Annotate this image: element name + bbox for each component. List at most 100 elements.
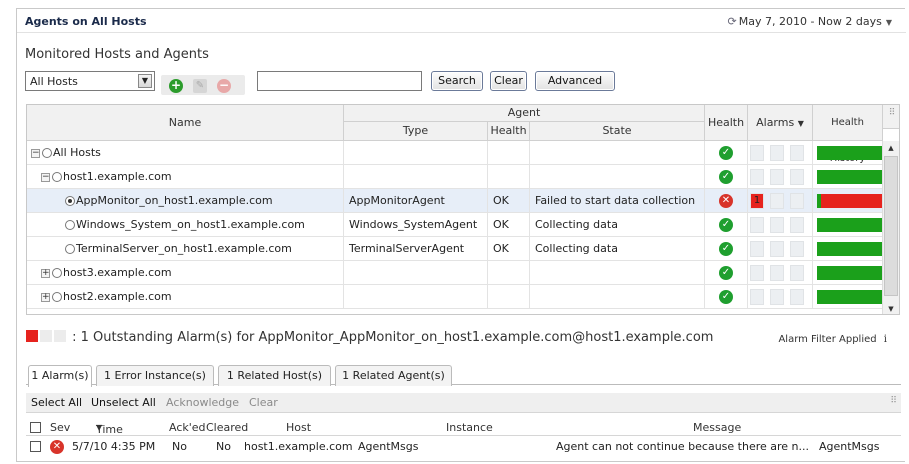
sort-down-icon: ▼ [96,423,103,432]
health-history-bar [817,170,883,184]
sort-down-icon: ▼ [797,119,804,128]
tab-alarms[interactable]: 1 Alarm(s) [28,365,92,387]
alarm-slot [750,145,764,161]
unselect-all-link[interactable]: Unselect All [91,396,156,409]
row-radio[interactable] [52,268,62,278]
alarms-cell [748,261,813,284]
alarm-slot [750,289,764,305]
name-cell[interactable]: AppMonitor_on_host1.example.com [27,189,344,212]
alarm-slot [750,217,764,233]
alarm-slot [750,241,764,257]
column-menu-icon[interactable]: ⠿ [883,105,899,129]
scroll-up-icon[interactable]: ▲ [883,141,899,155]
clear-link[interactable]: Clear [249,396,278,409]
col-health-history[interactable]: Health History [813,105,883,164]
alarms-cell [748,285,813,308]
info-icon[interactable]: i [884,334,887,345]
col-alarms[interactable]: Alarms ▼ [748,105,813,141]
scroll-thumb[interactable] [884,156,898,296]
search-button[interactable]: Search [431,71,483,91]
table-row[interactable]: AppMonitor_on_host1.example.com AppMonito… [27,189,883,213]
alarm-count[interactable]: 1 [750,193,764,209]
table-row[interactable]: + host2.example.com ✓ [27,285,883,309]
alarm-slot [790,265,804,281]
col-acked[interactable]: Ack'ed [169,421,206,434]
row-radio[interactable] [52,172,62,182]
col-cleared[interactable]: Cleared [206,421,248,434]
table-row[interactable]: − host1.example.com ✓ [27,165,883,189]
column-menu-icon[interactable]: ⠿ [890,396,897,406]
row-name: All Hosts [53,146,101,159]
col-host[interactable]: Host [286,421,311,434]
alarm-slot [790,193,804,209]
alarm-slot [790,241,804,257]
search-input[interactable] [257,71,422,91]
alarm-actions-bar: Select All Unselect All Acknowledge Clea… [26,393,901,413]
col-type[interactable]: Type [344,122,488,141]
add-icon[interactable]: + [169,79,183,93]
row-radio[interactable] [42,148,52,158]
table-row[interactable]: + host3.example.com ✓ [27,261,883,285]
col-instance[interactable]: Instance [446,421,493,434]
edit-icon[interactable]: ✎ [193,79,207,93]
type-cell: Windows_SystemAgent [344,213,488,236]
table-row[interactable]: TerminalServer_on_host1.example.com Termi… [27,237,883,261]
row-radio[interactable] [65,220,75,230]
row-radio[interactable] [65,196,75,206]
advanced-button[interactable]: Advanced [535,71,615,91]
table-row[interactable]: − All Hosts ✓ [27,141,883,165]
section-title: Monitored Hosts and Agents [25,47,209,62]
chevron-down-icon[interactable]: ▼ [138,74,152,88]
alarm-slot [770,241,784,257]
clear-button[interactable]: Clear [490,71,527,91]
health-cell: ✓ [705,285,748,308]
row-name: host3.example.com [63,266,172,279]
health-history-cell [813,213,883,236]
host-select-value: All Hosts [30,75,78,88]
alarm-extra: AgentMsgs [819,440,880,453]
tab-related-agents[interactable]: 1 Related Agent(s) [335,365,452,386]
table-row[interactable]: Windows_System_on_host1.example.com Windo… [27,213,883,237]
name-cell[interactable]: Windows_System_on_host1.example.com [27,213,344,236]
col-message[interactable]: Message [693,421,741,434]
timerange-selector[interactable]: ⟳ May 7, 2010 - Now 2 days ▼ [728,15,892,28]
agent-health-cell [488,165,530,188]
alarm-slot [790,169,804,185]
row-name: AppMonitor_on_host1.example.com [76,194,273,207]
select-all-checkbox[interactable] [30,422,41,433]
alarm-row[interactable]: ✕ 5/7/10 4:35 PM No No host1.example.com… [26,438,901,456]
col-sev[interactable]: Sev [50,421,70,434]
col-agent-health[interactable]: Health [488,122,530,141]
ok-check-icon: ✓ [719,290,733,304]
col-name[interactable]: Name [27,105,344,141]
scroll-down-icon[interactable]: ▼ [883,302,899,314]
collapse-icon[interactable]: − [41,172,50,182]
select-all-link[interactable]: Select All [31,396,82,409]
name-cell[interactable]: − host1.example.com [27,165,344,188]
vertical-scrollbar[interactable]: ▲ ▼ [882,141,899,314]
agents-panel: Agents on All Hosts ⟳ May 7, 2010 - Now 2… [16,8,906,462]
alarm-summary-text: : 1 Outstanding Alarm(s) for AppMonitor_… [72,330,714,345]
remove-icon[interactable]: − [217,79,231,93]
name-cell[interactable]: + host3.example.com [27,261,344,284]
collapse-icon[interactable]: − [31,148,40,158]
tab-error-instances[interactable]: 1 Error Instance(s) [96,365,214,386]
alarm-filter-label: Alarm Filter [778,334,836,345]
row-radio[interactable] [65,244,75,254]
host-select[interactable]: All Hosts ▼ [25,71,155,91]
expand-icon[interactable]: + [41,268,50,278]
error-icon: ✕ [719,194,733,208]
acknowledge-link[interactable]: Acknowledge [166,396,239,409]
col-health[interactable]: Health [705,105,748,141]
state-cell: Collecting data [530,237,705,260]
name-cell[interactable]: − All Hosts [27,141,344,164]
alarm-filter[interactable]: Alarm Filter Applied i [778,334,887,345]
name-cell[interactable]: TerminalServer_on_host1.example.com [27,237,344,260]
health-cell: ✓ [705,165,748,188]
col-state[interactable]: State [530,122,705,141]
expand-icon[interactable]: + [41,292,50,302]
tab-related-hosts[interactable]: 1 Related Host(s) [218,365,331,386]
name-cell[interactable]: + host2.example.com [27,285,344,308]
row-checkbox[interactable] [30,441,41,452]
row-radio[interactable] [52,292,62,302]
